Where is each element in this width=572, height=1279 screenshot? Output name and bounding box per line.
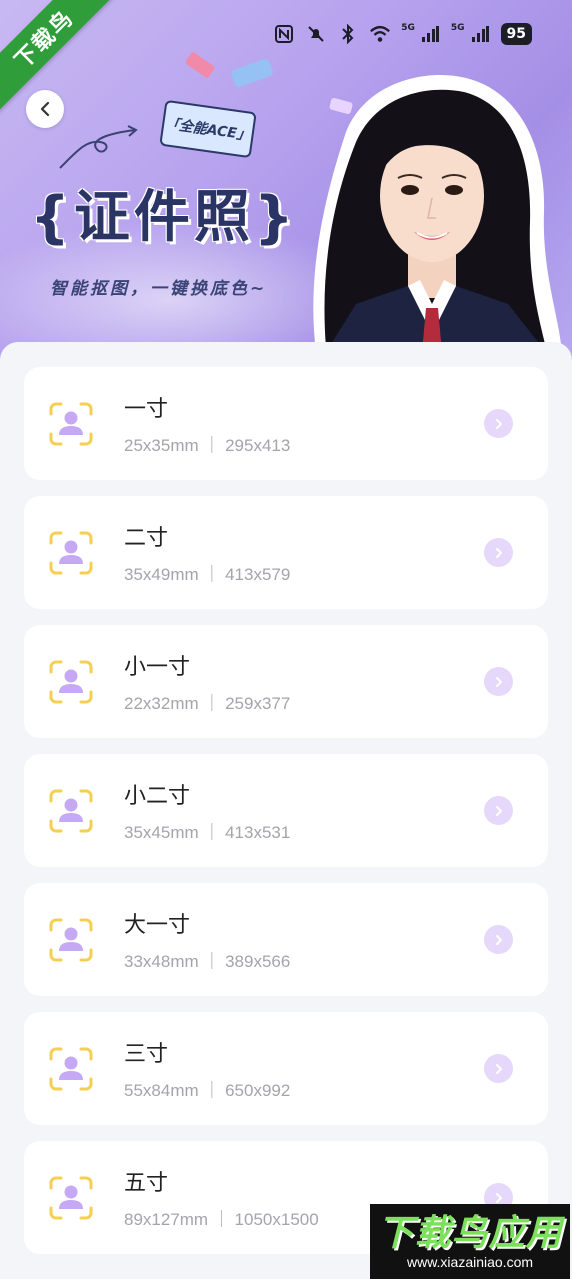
ace-tag: 「全能ACE」 <box>159 99 257 159</box>
portrait-frame-icon <box>49 660 93 704</box>
size-name: 小一寸 <box>124 655 191 680</box>
nfc-icon <box>273 23 295 45</box>
chevron-right-icon <box>495 418 502 429</box>
open-size-button[interactable] <box>484 925 513 954</box>
size-dimensions: 22x32mm ｜ 259x377 <box>124 694 291 713</box>
status-bar: 5G 5G 95 <box>273 20 532 48</box>
signal-icon <box>469 23 491 45</box>
size-dimensions: 89x127mm ｜ 1050x1500 <box>124 1210 319 1229</box>
back-button[interactable] <box>26 90 64 128</box>
open-size-button[interactable] <box>484 667 513 696</box>
size-dimensions: 33x48mm ｜ 389x566 <box>124 952 291 971</box>
size-name: 五寸 <box>124 1171 169 1196</box>
open-size-button[interactable] <box>484 538 513 567</box>
chevron-left-icon <box>40 101 50 117</box>
banner-subtitle: 智能抠图，一键换底色~ <box>50 279 268 299</box>
size-card[interactable]: 一寸 25x35mm ｜ 295x413 <box>24 367 548 480</box>
watermark-badge: 下载鸟应用 www.xiazainiao.com <box>370 1204 570 1279</box>
chevron-right-icon <box>495 547 502 558</box>
chevron-right-icon <box>495 676 502 687</box>
sample-portrait-image <box>313 74 562 352</box>
size-dimensions: 25x35mm ｜ 295x413 <box>124 436 291 455</box>
size-name: 一寸 <box>124 397 169 422</box>
size-card[interactable]: 二寸 35x49mm ｜ 413x579 <box>24 496 548 609</box>
size-name: 大一寸 <box>124 913 191 938</box>
watermark-title: 下载鸟应用 <box>377 1212 563 1254</box>
size-dimensions: 35x45mm ｜ 413x531 <box>124 823 291 842</box>
size-card[interactable]: 小二寸 35x45mm ｜ 413x531 <box>24 754 548 867</box>
chevron-right-icon <box>495 934 502 945</box>
chevron-right-icon <box>495 1192 502 1203</box>
size-card[interactable]: 三寸 55x84mm ｜ 650x992 <box>24 1012 548 1125</box>
size-card[interactable]: 小一寸 22x32mm ｜ 259x377 <box>24 625 548 738</box>
wifi-icon <box>369 23 391 45</box>
battery-indicator: 95 <box>500 23 532 45</box>
mute-icon <box>305 23 327 45</box>
chevron-right-icon <box>495 1063 502 1074</box>
portrait-frame-icon <box>49 1047 93 1091</box>
confetti-shard <box>230 57 274 89</box>
open-size-button[interactable] <box>484 1054 513 1083</box>
portrait-frame-icon <box>49 918 93 962</box>
size-name: 小二寸 <box>124 784 191 809</box>
network-type-1: 5G <box>401 23 415 33</box>
signal-icon <box>419 23 441 45</box>
portrait-frame-icon <box>49 531 93 575</box>
portrait-frame-icon <box>49 1176 93 1220</box>
confetti-shard <box>184 51 216 79</box>
size-dimensions: 55x84mm ｜ 650x992 <box>124 1081 291 1100</box>
size-name: 三寸 <box>124 1042 169 1067</box>
portrait-frame-icon <box>49 402 93 446</box>
watermark-url: www.xiazainiao.com <box>406 1253 534 1270</box>
size-card[interactable]: 大一寸 33x48mm ｜ 389x566 <box>24 883 548 996</box>
open-size-button[interactable] <box>484 409 513 438</box>
header-banner: 「全能ACE」 {证件照} 智能抠图，一键换底色~ 5G 5G 95 <box>0 0 572 372</box>
size-dimensions: 35x49mm ｜ 413x579 <box>124 565 291 584</box>
arrow-doodle-icon <box>59 125 138 169</box>
bluetooth-icon <box>337 23 359 45</box>
banner-title: {证件照} <box>30 185 298 250</box>
chevron-right-icon <box>495 805 502 816</box>
portrait-frame-icon <box>49 789 93 833</box>
size-name: 二寸 <box>124 526 169 551</box>
network-type-2: 5G <box>450 23 465 33</box>
open-size-button[interactable] <box>484 796 513 825</box>
